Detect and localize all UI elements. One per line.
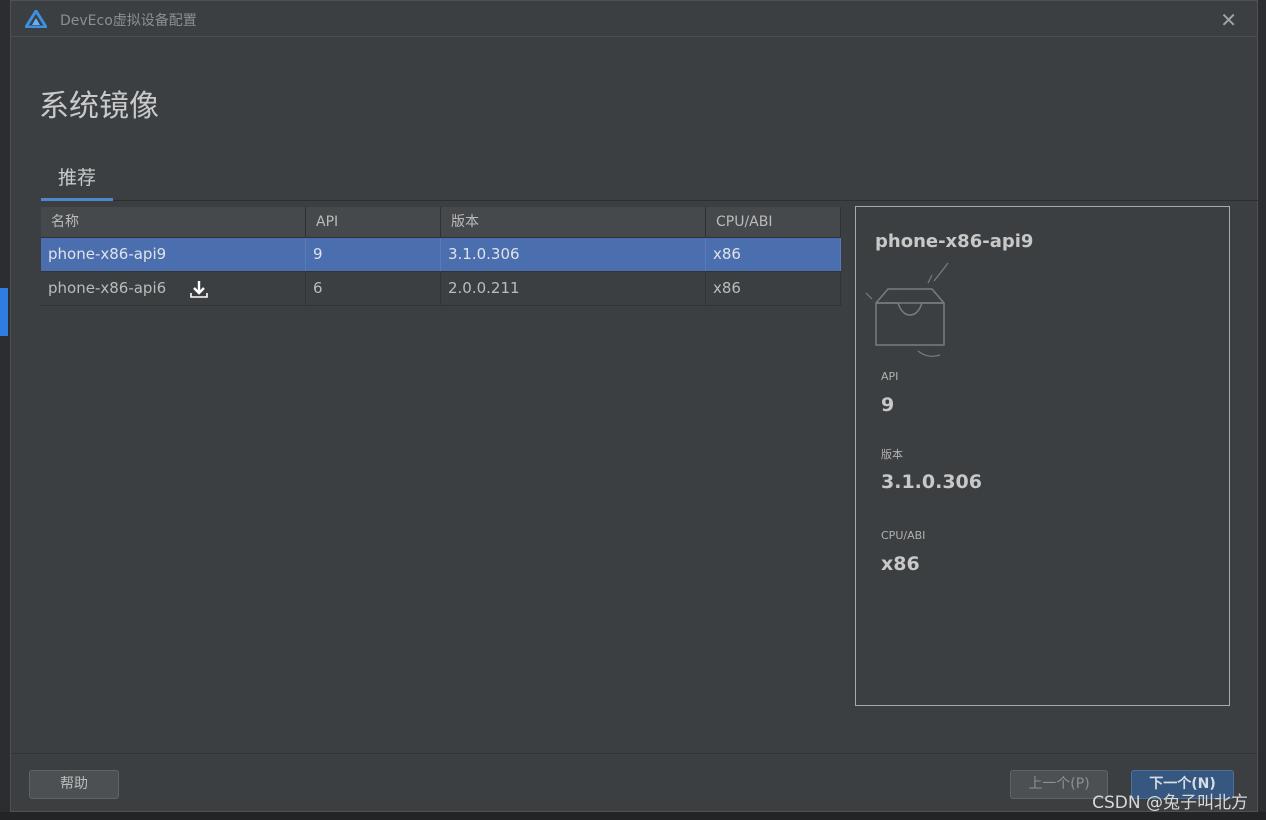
detail-abi-value: x86 — [881, 553, 920, 575]
detail-abi-label: CPU/ABI — [881, 529, 926, 542]
watermark: CSDN @兔子叫北方 — [1092, 793, 1248, 813]
column-header-abi[interactable]: CPU/ABI — [706, 207, 841, 237]
ide-background-accent — [0, 288, 8, 336]
device-config-dialog: DevEco虚拟设备配置 ✕ 系统镜像 推荐 名称 API 版本 CPU/ABI… — [10, 0, 1259, 812]
image-detail-panel: phone-x86-api9 API 9 版本 3.1.0.306 CPU/AB… — [855, 206, 1230, 706]
tab-recommended[interactable]: 推荐 — [41, 163, 113, 201]
ide-background-bottom — [0, 812, 1266, 820]
empty-box-illustration-icon — [865, 262, 949, 357]
detail-version-value: 3.1.0.306 — [881, 471, 982, 493]
cell-name: phone-x86-api9 — [41, 238, 306, 271]
cell-name: phone-x86-api6 — [48, 279, 167, 297]
ide-background-left — [0, 0, 10, 820]
table-header: 名称 API 版本 CPU/ABI — [41, 207, 841, 238]
column-header-name[interactable]: 名称 — [41, 207, 306, 237]
cell-name-container: phone-x86-api6 — [41, 272, 306, 305]
cell-abi: x86 — [706, 238, 841, 271]
footer-divider — [11, 753, 1257, 754]
ide-background-right — [1258, 0, 1266, 820]
cell-api: 9 — [306, 238, 441, 271]
table-row[interactable]: phone-x86-api6 6 2.0.0.211 x86 — [41, 272, 841, 306]
detail-api-value: 9 — [881, 394, 895, 416]
window-title: DevEco虚拟设备配置 — [60, 13, 197, 29]
page-title: 系统镜像 — [39, 89, 159, 124]
close-icon[interactable]: ✕ — [1220, 8, 1237, 32]
cell-abi: x86 — [706, 272, 841, 305]
system-image-table: 名称 API 版本 CPU/ABI phone-x86-api9 9 3.1.0… — [41, 207, 841, 306]
title-bar: DevEco虚拟设备配置 ✕ — [11, 1, 1257, 37]
tab-active-indicator — [41, 198, 113, 201]
deveco-logo-icon — [25, 10, 47, 28]
cell-version: 2.0.0.211 — [441, 272, 706, 305]
tab-label: 推荐 — [57, 167, 96, 189]
column-header-api[interactable]: API — [306, 207, 441, 237]
help-button[interactable]: 帮助 — [29, 770, 119, 799]
detail-image-name: phone-x86-api9 — [875, 231, 1034, 252]
cell-api: 6 — [306, 272, 441, 305]
tab-strip: 推荐 — [41, 163, 1259, 201]
cell-version: 3.1.0.306 — [441, 238, 706, 271]
detail-api-label: API — [881, 370, 899, 383]
detail-version-label: 版本 — [881, 448, 903, 461]
column-header-version[interactable]: 版本 — [441, 207, 706, 237]
download-icon[interactable] — [189, 279, 209, 299]
table-row[interactable]: phone-x86-api9 9 3.1.0.306 x86 — [41, 238, 841, 272]
